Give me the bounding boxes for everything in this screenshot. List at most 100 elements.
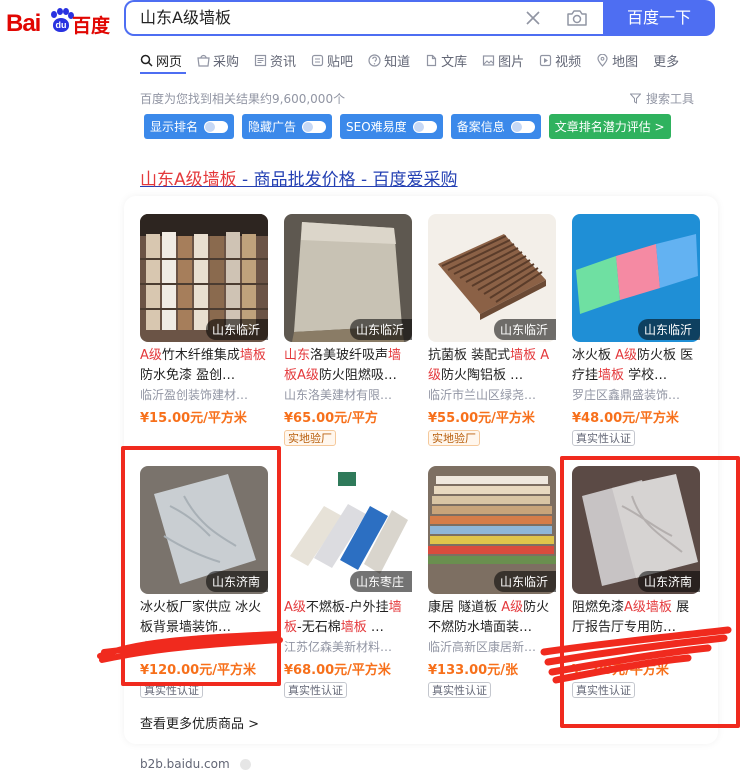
source-url-text: b2b.baidu.com [140, 757, 230, 771]
result-count: 百度为您找到相关结果约9,600,000个 [140, 92, 346, 106]
product-name: 冰火板 A级防火板 医疗挂墙板 学校… [572, 346, 706, 386]
keyword-highlight: 墙板 [340, 620, 367, 635]
pill-label: SEO难易度 [346, 120, 407, 134]
pill-label: 显示排名 [150, 120, 199, 134]
clear-icon[interactable] [524, 9, 542, 27]
keyword-highlight: 级 [292, 600, 306, 615]
name-text: -无石棉 [297, 620, 341, 635]
tab-wenku[interactable]: 文库 [425, 50, 467, 70]
play-icon [540, 54, 552, 66]
tab-web[interactable]: 网页 [140, 50, 182, 70]
toggle-switch[interactable] [302, 120, 327, 133]
active-tab-indicator [140, 72, 186, 74]
name-text: 洛美玻纤吸声 [310, 348, 389, 363]
keyword-highlight: A [284, 600, 293, 615]
product-price: ¥48.00元/平方米 [572, 411, 679, 426]
search-icon [140, 54, 153, 67]
logo-paw-text: du [53, 18, 69, 32]
show-rank-toggle[interactable]: 显示排名 [144, 114, 235, 139]
tab-map[interactable]: 地图 [596, 50, 638, 70]
name-text: 防火 [523, 600, 550, 615]
tab-label: 视频 [555, 54, 582, 70]
product-name: A级不燃板-户外挂墙 板-无石棉墙板 … [284, 598, 418, 638]
location-tag: 山东临沂 [493, 571, 556, 592]
keyword-highlight: 级 [428, 368, 442, 383]
toggle-switch[interactable] [510, 120, 535, 133]
keyword-highlight: 墙 [388, 600, 402, 615]
hide-ads-toggle[interactable]: 隐藏广告 [242, 114, 333, 139]
info-icon[interactable] [239, 758, 251, 770]
seo-difficulty-toggle[interactable]: SEO难易度 [340, 114, 443, 139]
toggle-switch[interactable] [412, 120, 437, 133]
authenticity-badge: 真实性认证 [284, 682, 347, 698]
filter-icon [630, 93, 641, 104]
name-text: 冰火板 [572, 348, 616, 363]
keyword-highlight: A级 [501, 600, 524, 615]
icp-info-toggle[interactable]: 备案信息 [450, 114, 541, 139]
keyword-highlight: A级 [615, 348, 638, 363]
name-text: 不燃防水墙面装… [428, 620, 533, 635]
shop-name: 临沂市兰山区绿尧… [428, 388, 537, 402]
pill-label: 备案信息 [456, 120, 505, 134]
shop-name: 罗庄区鑫鼎盛装饰… [572, 388, 681, 402]
baidu-logo[interactable]: Bai du 百度 [6, 8, 110, 38]
more-goods-link[interactable]: 查看更多优质商品 > [140, 713, 259, 732]
tab-label: 图片 [498, 54, 525, 70]
tab-more[interactable]: 更多 [653, 50, 679, 70]
tab-images[interactable]: 图片 [482, 50, 524, 70]
tab-label: 资讯 [270, 54, 297, 70]
location-tag: 山东临沂 [205, 319, 268, 340]
question-icon [368, 53, 381, 67]
tab-label: 文库 [441, 54, 468, 70]
name-text: 防水免漆 盈创… [140, 368, 236, 383]
name-text: 抗菌板 装配式 [428, 348, 511, 363]
toggle-switch[interactable] [204, 120, 229, 133]
tab-purchase[interactable]: 采购 [197, 50, 239, 70]
location-tag: 山东临沂 [349, 319, 412, 340]
factory-verified-badge: 实地验厂 [284, 430, 336, 446]
seo-plugin-bar: 显示排名 隐藏广告 SEO难易度 备案信息 文章排名潜力评估 > [144, 114, 679, 139]
title-rest: - 商品批发价格 - 百度爱采购 [236, 170, 458, 190]
logo-text-en: Bai [6, 10, 41, 37]
name-text: 康居 隧道板 [428, 600, 502, 615]
result-title-link[interactable]: 山东A级墙板 - 商品批发价格 - 百度爱采购 [140, 165, 458, 190]
keyword-highlight: 墙板 [239, 348, 266, 363]
product-name: A级竹木纤维集成墙板防水免漆 盈创… [140, 346, 274, 386]
camera-icon[interactable] [566, 8, 588, 28]
name-text: 不燃板-户外挂 [305, 600, 389, 615]
source-url[interactable]: b2b.baidu.com [140, 757, 251, 771]
name-text: 学校… [624, 368, 668, 383]
tab-video[interactable]: 视频 [539, 50, 581, 70]
logo-text-cn: 百度 [72, 15, 111, 37]
product-price: ¥15.00元/平方米 [140, 411, 247, 426]
map-pin-icon [597, 53, 608, 67]
tab-zhidao[interactable]: 知道 [368, 50, 410, 70]
name-text: 竹木纤维集成 [161, 348, 240, 363]
tab-news[interactable]: 资讯 [254, 50, 296, 70]
search-tools-button[interactable]: 搜索工具 [630, 90, 694, 107]
paw-icon: du [50, 8, 74, 34]
image-icon [482, 54, 495, 66]
pill-label: 文章排名潜力评估 > [554, 120, 665, 134]
keyword-highlight: 墙板 [598, 368, 625, 383]
search-button[interactable]: 百度一下 [603, 0, 715, 36]
authenticity-badge: 真实性认证 [572, 430, 635, 446]
redaction-scribble [540, 626, 732, 684]
product-name: 山东洛美玻纤吸声墙 板A级防火阻燃吸… [284, 346, 418, 386]
tab-tieba[interactable]: 贴吧 [311, 50, 353, 70]
search-tools-label: 搜索工具 [646, 92, 695, 106]
keyword-highlight: 墙板 [510, 348, 537, 363]
shop-name: 江苏亿森美新材料… [284, 640, 393, 654]
shop-name: 山东洛美建材有限… [284, 388, 393, 402]
product-price: ¥133.00元/张 [428, 663, 518, 678]
name-text: 防火陶铝板 … [441, 368, 524, 383]
name-text: 防火阻燃吸… [318, 368, 397, 383]
tab-label: 采购 [213, 54, 240, 70]
ranking-potential-button[interactable]: 文章排名潜力评估 > [548, 114, 671, 139]
tieba-icon [311, 54, 324, 66]
keyword-highlight: 墙 [388, 348, 402, 363]
product-price: ¥65.00元/平方 [284, 411, 378, 426]
search-input[interactable] [140, 2, 510, 34]
pill-label: 隐藏广告 [248, 120, 297, 134]
title-keyword: 山东A级墙板 [140, 170, 237, 190]
